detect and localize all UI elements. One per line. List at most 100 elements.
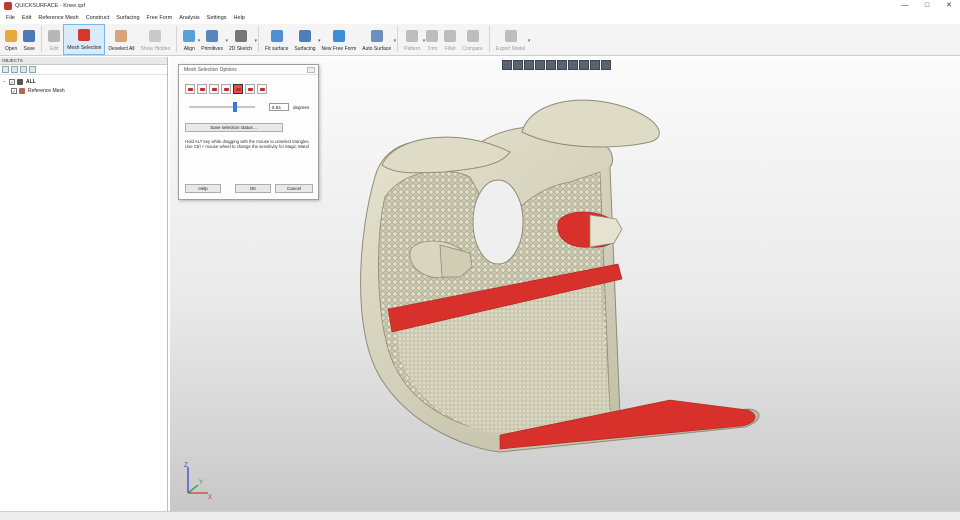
list-view-icon[interactable] xyxy=(11,66,18,73)
tree-item-all[interactable]: − ✓ ALL xyxy=(3,77,164,86)
app-logo-icon xyxy=(4,2,12,10)
folder-icon xyxy=(5,30,18,42)
compare-button[interactable]: Compare xyxy=(459,24,486,55)
dropdown-arrow-icon[interactable]: ▾ xyxy=(255,38,258,44)
objects-panel: OBJECTS − ✓ ALL ✓ Reference Mesh xyxy=(0,57,168,511)
dropdown-arrow-icon[interactable]: ▾ xyxy=(394,38,397,44)
save-icon xyxy=(23,30,36,42)
mesh-selection-button[interactable]: Mesh Selection xyxy=(63,24,106,55)
dialog-hint-text: Hold ALT key while dragging with the mou… xyxy=(185,139,310,150)
menu-edit[interactable]: Edit xyxy=(22,15,31,21)
tree-view-icon[interactable] xyxy=(2,66,9,73)
toolbar-button-label: New Free Form xyxy=(321,46,357,52)
collapse-icon[interactable] xyxy=(20,66,27,73)
save-button[interactable]: Save xyxy=(20,24,38,55)
fillet-button[interactable]: Fillet xyxy=(441,24,459,55)
trim-icon xyxy=(426,30,439,42)
toolbar-button-label: Export Model xyxy=(495,46,526,52)
edit-button[interactable]: Edit xyxy=(45,24,63,55)
minimize-button[interactable]: — xyxy=(894,0,916,12)
window-title: QUICKSURFACE - Knee.qsf xyxy=(15,3,85,9)
magic-wand-icon[interactable] xyxy=(233,84,243,94)
fit-surface-button[interactable]: Fit surface xyxy=(262,24,291,55)
filter-icon[interactable] xyxy=(29,66,36,73)
window-controls: — □ ✕ xyxy=(894,0,960,12)
edit-icon xyxy=(48,30,61,42)
primitives-button[interactable]: Primitives ▾ xyxy=(198,24,228,55)
ribbon-toolbar: Open Save Edit Mesh Selection Deselect All Sh… xyxy=(0,24,960,56)
paint-select-icon[interactable] xyxy=(209,84,219,94)
align-button[interactable]: Align ▾ xyxy=(180,24,200,55)
deselect-all-button[interactable]: Deselect All xyxy=(105,24,137,55)
tree-item-label: Reference Mesh xyxy=(28,87,65,94)
menu-reference-mesh[interactable]: Reference Mesh xyxy=(38,15,78,21)
lasso-select-icon[interactable] xyxy=(197,84,207,94)
align-icon xyxy=(183,30,196,42)
auto-surface-button[interactable]: Auto Surface ▾ xyxy=(359,24,397,55)
maximize-button[interactable]: □ xyxy=(916,0,938,12)
visibility-checkbox[interactable]: ✓ xyxy=(9,78,15,85)
menu-surfacing[interactable]: Surfacing xyxy=(116,15,139,21)
ok-button[interactable]: OK xyxy=(235,184,271,193)
free-form-icon xyxy=(332,30,345,42)
menu-free-form[interactable]: Free Form xyxy=(147,15,173,21)
show-hidden-button[interactable]: Show Hidden xyxy=(138,24,174,55)
surfacing-button[interactable]: Surfacing ▾ xyxy=(291,24,321,55)
menu-help[interactable]: Help xyxy=(234,15,245,21)
toolbar-button-label: Open xyxy=(5,46,18,52)
pattern-button[interactable]: Pattern ▾ xyxy=(401,24,425,55)
dialog-title: Mesh Selection Options xyxy=(184,67,237,73)
selection-tools-row xyxy=(185,84,318,94)
menu-bar: File Edit Reference Mesh Construct Surfa… xyxy=(0,12,960,24)
objects-panel-header: OBJECTS xyxy=(0,57,167,65)
mesh-selection-options-dialog: Mesh Selection Options 5.84 degrees Save… xyxy=(178,64,319,200)
dialog-title-bar: Mesh Selection Options xyxy=(179,65,318,75)
invert-selection-icon[interactable] xyxy=(257,84,267,94)
menu-analysis[interactable]: Analysis xyxy=(179,15,199,21)
tree-item-label: ALL xyxy=(26,78,36,85)
visibility-checkbox[interactable]: ✓ xyxy=(11,87,17,94)
export-model-button[interactable]: Export Model ▾ xyxy=(493,24,531,55)
menu-settings[interactable]: Settings xyxy=(207,15,227,21)
toolbar-button-label: Save xyxy=(23,46,35,52)
select-all-icon[interactable] xyxy=(245,84,255,94)
open-button[interactable]: Open xyxy=(2,24,20,55)
toolbar-button-label: Edit xyxy=(49,46,59,52)
toolbar-button-label: Primitives xyxy=(201,46,223,52)
dialog-close-icon[interactable] xyxy=(307,67,315,73)
brush-select-icon[interactable] xyxy=(185,84,195,94)
2d-sketch-button[interactable]: 2D Sketch ▾ xyxy=(226,24,258,55)
degrees-input[interactable]: 5.84 xyxy=(269,103,289,111)
menu-construct[interactable]: Construct xyxy=(86,15,110,21)
toolbar-button-label: Surfacing xyxy=(294,46,316,52)
toolbar-separator xyxy=(397,26,399,52)
new-free-form-button[interactable]: New Free Form xyxy=(319,24,360,55)
axis-triad: Z X Y xyxy=(184,463,212,501)
degrees-unit-label: degrees xyxy=(293,104,310,110)
sensitivity-row: 5.84 degrees xyxy=(189,102,318,112)
deselect-all-icon xyxy=(115,30,128,42)
show-hidden-icon xyxy=(149,30,162,42)
save-selection-status-button[interactable]: Save selection status ... xyxy=(185,123,283,132)
fit-surface-icon xyxy=(270,30,283,42)
mesh-selection-icon xyxy=(78,29,91,41)
sensitivity-slider[interactable] xyxy=(189,102,255,112)
help-button[interactable]: Help xyxy=(185,184,221,193)
slider-thumb[interactable] xyxy=(233,102,237,112)
axis-z-label: Z xyxy=(184,463,188,469)
toolbar-button-label: Deselect All xyxy=(108,46,135,52)
cancel-button[interactable]: Cancel xyxy=(275,184,313,193)
export-icon xyxy=(504,30,517,42)
trim-button[interactable]: Trim xyxy=(423,24,441,55)
title-bar: QUICKSURFACE - Knee.qsf — □ ✕ xyxy=(0,0,960,12)
menu-file[interactable]: File xyxy=(6,15,15,21)
close-button[interactable]: ✕ xyxy=(938,0,960,12)
axis-y-label: Y xyxy=(199,480,203,486)
object-tree: − ✓ ALL ✓ Reference Mesh xyxy=(0,75,167,97)
polyline-select-icon[interactable] xyxy=(221,84,231,94)
sketch-icon xyxy=(234,30,247,42)
mesh-icon xyxy=(19,87,25,94)
tree-item-reference-mesh[interactable]: ✓ Reference Mesh xyxy=(3,86,164,95)
toolbar-button-label: Fillet xyxy=(445,46,456,52)
dropdown-arrow-icon[interactable]: ▾ xyxy=(528,38,531,44)
